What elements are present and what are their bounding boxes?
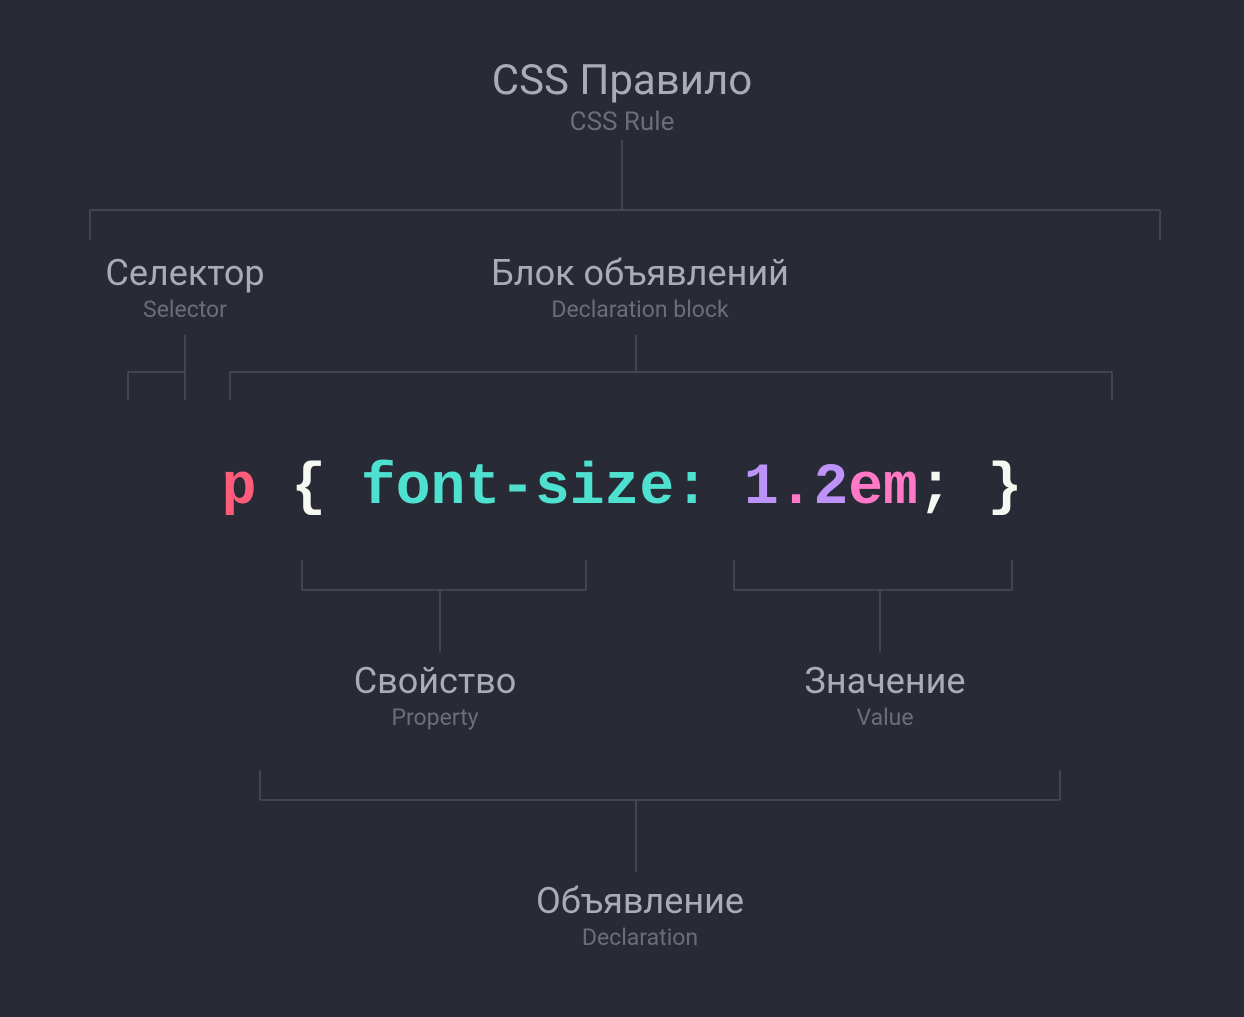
- label-declaration-block-ru: Блок объявлений: [440, 252, 840, 294]
- label-value: Значение Value: [760, 660, 1010, 731]
- code-property: font-size: [361, 456, 674, 521]
- label-css-rule: CSS Правило CSS Rule: [0, 56, 1244, 137]
- code-selector: p: [222, 456, 257, 521]
- label-declaration-block: Блок объявлений Declaration block: [440, 252, 840, 323]
- label-declaration-ru: Объявление: [440, 880, 840, 922]
- label-selector-en: Selector: [85, 296, 285, 323]
- label-selector-ru: Селектор: [85, 252, 285, 294]
- label-selector: Селектор Selector: [85, 252, 285, 323]
- label-value-ru: Значение: [760, 660, 1010, 702]
- code-example: p { font-size: 1.2em; }: [0, 456, 1244, 521]
- label-property-en: Property: [295, 704, 575, 731]
- code-semicolon: ;: [918, 456, 953, 521]
- label-declaration-en: Declaration: [440, 924, 840, 951]
- label-declaration-block-en: Declaration block: [440, 296, 840, 323]
- label-value-en: Value: [760, 704, 1010, 731]
- label-declaration: Объявление Declaration: [440, 880, 840, 951]
- code-open-brace: {: [291, 456, 326, 521]
- label-css-rule-ru: CSS Правило: [0, 56, 1244, 105]
- code-close-brace: }: [988, 456, 1023, 521]
- code-value-num1: 1: [744, 456, 779, 521]
- code-colon: :: [674, 456, 709, 521]
- code-value-unit: em: [848, 456, 918, 521]
- code-value-num2: 2: [813, 456, 848, 521]
- code-value-dot: .: [779, 456, 814, 521]
- label-property-ru: Свойство: [295, 660, 575, 702]
- label-property: Свойство Property: [295, 660, 575, 731]
- label-css-rule-en: CSS Rule: [0, 107, 1244, 137]
